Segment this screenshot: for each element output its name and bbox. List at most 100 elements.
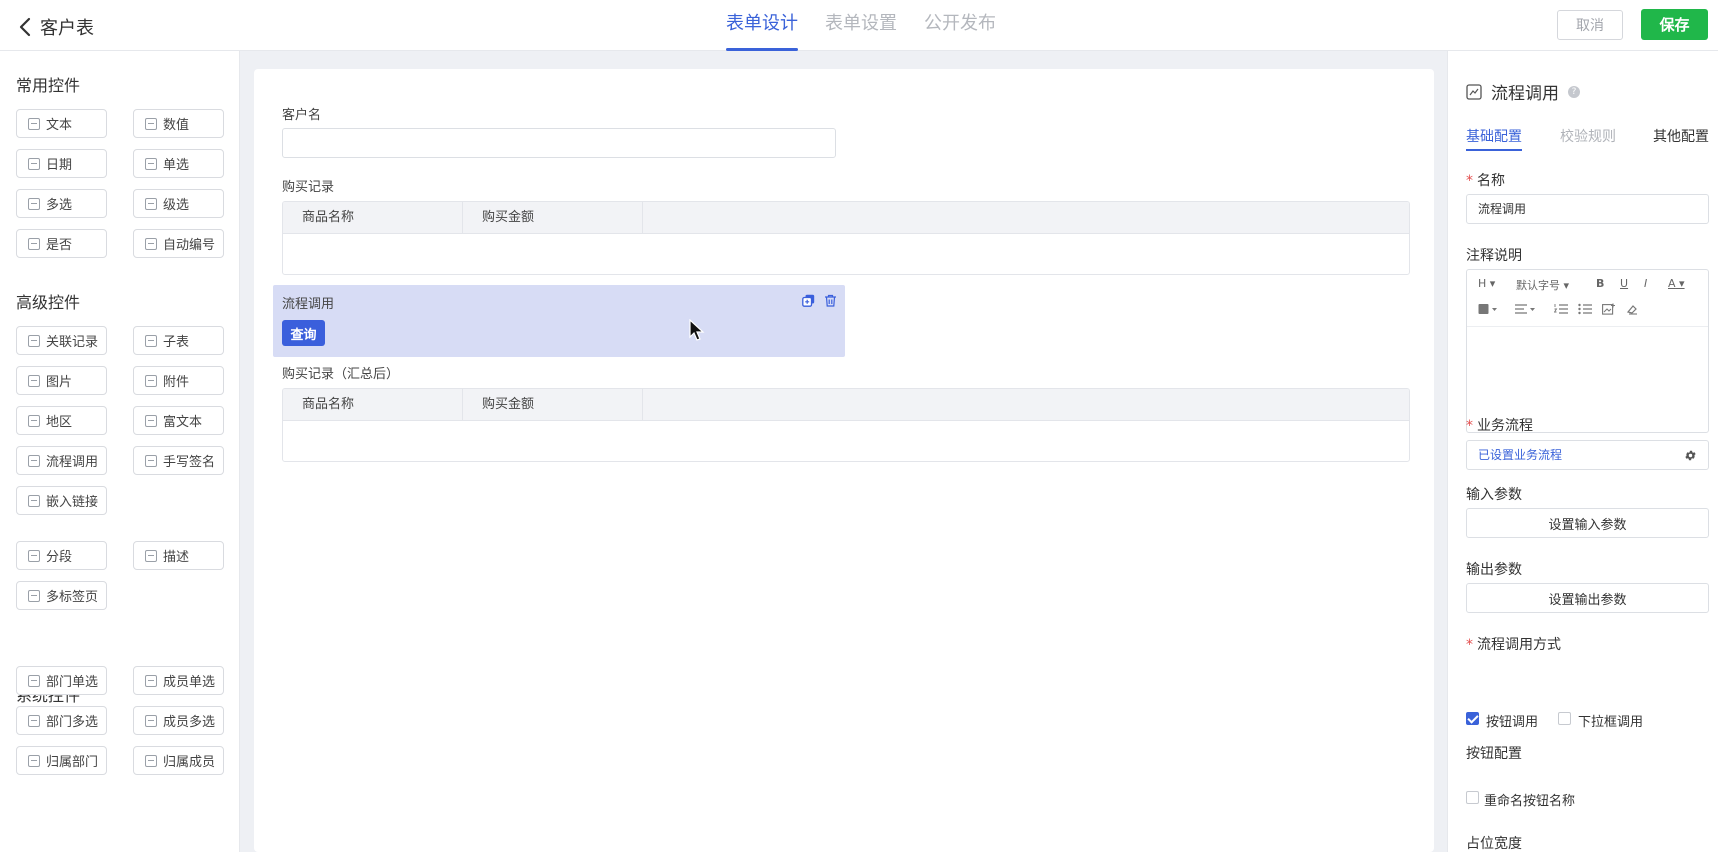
palette-control[interactable]: 分段 xyxy=(16,541,107,570)
back-button[interactable]: 客户表 xyxy=(18,14,94,40)
header-tabs: 表单设计 表单设置 公开发布 xyxy=(726,0,1023,51)
tab-other-config[interactable]: 其他配置 xyxy=(1653,126,1709,146)
palette-control[interactable]: 地区 xyxy=(16,406,107,435)
tab-form-settings[interactable]: 表单设置 xyxy=(825,0,897,51)
palette-control-label: 附件 xyxy=(163,375,190,390)
palette-control[interactable]: 归属成员 xyxy=(133,746,224,775)
palette-control-label: 手写签名 xyxy=(163,455,216,470)
customer-name-input[interactable] xyxy=(282,128,836,158)
align-icon[interactable] xyxy=(1514,303,1536,315)
control-type-icon xyxy=(145,714,157,727)
control-type-icon xyxy=(145,334,157,347)
control-type-icon xyxy=(28,549,40,562)
palette-control-label: 是否 xyxy=(46,238,73,253)
eraser-icon[interactable] xyxy=(1626,303,1640,315)
trash-icon[interactable] xyxy=(824,294,837,307)
purchase-summary-label: 购买记录（汇总后） xyxy=(282,367,400,382)
palette-control[interactable]: 多标签页 xyxy=(16,581,107,610)
palette-control-label: 归属成员 xyxy=(163,755,216,770)
bullet-list-icon[interactable] xyxy=(1578,303,1592,315)
palette-control-label: 日期 xyxy=(46,158,73,173)
insert-image-icon[interactable] xyxy=(1602,303,1616,315)
control-type-icon xyxy=(28,494,40,507)
purchase-summary-subtable[interactable]: 商品名称 购买金额 xyxy=(282,388,1410,462)
note-rich-editor[interactable]: H ▾ 默认字号 ▾ B U I A ▾ xyxy=(1466,269,1709,433)
palette-control[interactable]: 图片 xyxy=(16,366,107,395)
set-input-params-button[interactable]: 设置输入参数 xyxy=(1466,508,1709,538)
palette-control[interactable]: 富文本 xyxy=(133,406,224,435)
palette-control[interactable]: 附件 xyxy=(133,366,224,395)
subtable-header: 商品名称 购买金额 xyxy=(283,202,1409,234)
palette-control-label: 图片 xyxy=(46,375,73,390)
control-type-icon xyxy=(28,374,40,387)
palette-control[interactable]: 文本 xyxy=(16,109,107,138)
rename-button-label: 重命名按钮名称 xyxy=(1484,794,1576,809)
palette-control[interactable]: 子表 xyxy=(133,326,224,355)
business-flow-value: 已设置业务流程 xyxy=(1478,448,1563,462)
palette-control[interactable]: 关联记录 xyxy=(16,326,107,355)
font-size-dropdown[interactable]: 默认字号 ▾ xyxy=(1516,277,1569,293)
italic-button[interactable]: I xyxy=(1644,277,1647,290)
copy-icon[interactable] xyxy=(802,294,815,307)
tab-validation-rules[interactable]: 校验规则 xyxy=(1560,126,1616,146)
tab-form-design[interactable]: 表单设计 xyxy=(726,0,798,51)
control-type-icon xyxy=(145,374,157,387)
required-mark: * xyxy=(1466,173,1473,189)
palette-control[interactable]: 手写签名 xyxy=(133,446,224,475)
flow-call-block-selected[interactable]: 流程调用 查询 xyxy=(273,285,845,357)
heading-dropdown[interactable]: H ▾ xyxy=(1478,277,1495,290)
control-type-icon xyxy=(28,454,40,467)
cancel-button[interactable]: 取消 xyxy=(1557,10,1623,40)
tab-public-publish[interactable]: 公开发布 xyxy=(924,0,996,51)
bold-button[interactable]: B xyxy=(1596,277,1604,290)
business-flow-field[interactable]: 已设置业务流程 xyxy=(1466,440,1709,470)
control-type-icon xyxy=(145,157,157,170)
palette-control[interactable]: 数值 xyxy=(133,109,224,138)
palette-control[interactable]: 自动编号 xyxy=(133,229,224,258)
control-type-icon xyxy=(28,117,40,130)
ordered-list-icon[interactable] xyxy=(1554,303,1568,315)
name-input[interactable]: 流程调用 xyxy=(1466,194,1709,224)
palette-control[interactable]: 单选 xyxy=(133,149,224,178)
button-call-checkbox[interactable] xyxy=(1466,712,1479,725)
palette-control[interactable]: 成员单选 xyxy=(133,666,224,695)
palette-control[interactable]: 级选 xyxy=(133,189,224,218)
font-color-button[interactable]: A ▾ xyxy=(1668,277,1685,290)
palette-control-label: 分段 xyxy=(46,550,73,565)
palette-control-label: 部门多选 xyxy=(46,715,99,730)
editor-divider xyxy=(1467,326,1708,327)
panel-title: 流程调用 xyxy=(1491,84,1559,104)
gear-icon[interactable] xyxy=(1684,449,1697,462)
chevron-left-icon xyxy=(19,17,31,37)
control-type-icon xyxy=(28,197,40,210)
palette-control[interactable]: 部门多选 xyxy=(16,706,107,735)
dropdown-call-checkbox[interactable] xyxy=(1558,712,1571,725)
tab-basic-config[interactable]: 基础配置 xyxy=(1466,126,1522,151)
palette-control[interactable]: 是否 xyxy=(16,229,107,258)
palette-control[interactable]: 成员多选 xyxy=(133,706,224,735)
set-output-params-button[interactable]: 设置输出参数 xyxy=(1466,583,1709,613)
purchase-records-label: 购买记录 xyxy=(282,180,335,195)
palette-control[interactable]: 流程调用 xyxy=(16,446,107,475)
dropdown-call-label: 下拉框调用 xyxy=(1578,715,1644,730)
palette-control[interactable]: 嵌入链接 xyxy=(16,486,107,515)
save-button[interactable]: 保存 xyxy=(1641,9,1708,40)
placeholder-width-label: 占位宽度 xyxy=(1466,836,1522,852)
rename-button-checkbox[interactable] xyxy=(1466,791,1479,804)
control-type-icon xyxy=(28,237,40,250)
palette-control[interactable]: 部门单选 xyxy=(16,666,107,695)
query-button[interactable]: 查询 xyxy=(282,320,325,346)
palette-control-label: 地区 xyxy=(46,415,73,430)
palette-control[interactable]: 归属部门 xyxy=(16,746,107,775)
control-type-icon xyxy=(145,754,157,767)
button-call-label: 按钮调用 xyxy=(1486,715,1539,730)
palette-control-label: 富文本 xyxy=(163,415,203,430)
palette-control[interactable]: 描述 xyxy=(133,541,224,570)
underline-button[interactable]: U xyxy=(1620,277,1628,290)
purchase-records-subtable[interactable]: 商品名称 购买金额 xyxy=(282,201,1410,275)
help-icon[interactable]: ? xyxy=(1568,85,1580,98)
palette-control-label: 子表 xyxy=(163,335,190,350)
palette-control[interactable]: 多选 xyxy=(16,189,107,218)
background-color-icon[interactable] xyxy=(1478,303,1498,315)
palette-control[interactable]: 日期 xyxy=(16,149,107,178)
